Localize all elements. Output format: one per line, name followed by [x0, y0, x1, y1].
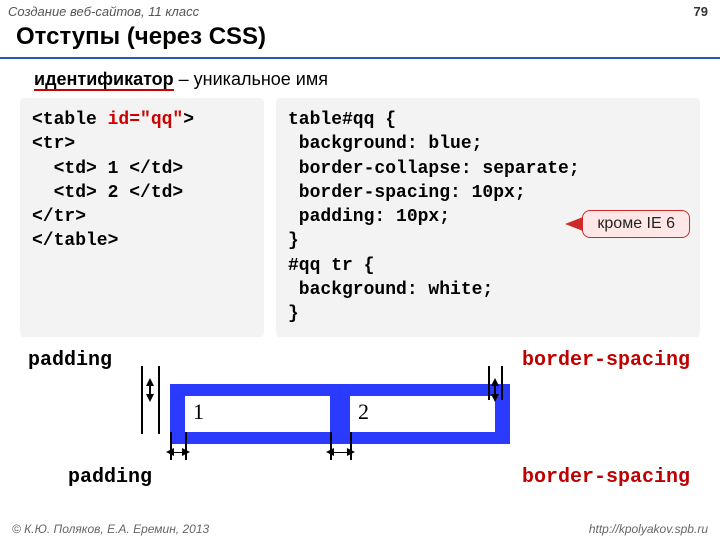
course-label: Создание веб-сайтов, 11 класс [8, 4, 199, 19]
cell-1: 1 [185, 396, 330, 432]
page-number: 79 [694, 4, 708, 19]
cell-2: 2 [350, 396, 495, 432]
code-area: <table id="qq"> <tr> <td> 1 </td> <td> 2… [0, 98, 720, 337]
footer-url: http://kpolyakov.spb.ru [589, 522, 708, 536]
subtitle: идентификатор – уникальное имя [34, 69, 720, 90]
arrow-shaft [333, 452, 348, 454]
table-box: 1 2 [170, 384, 510, 444]
arrowhead-icon [326, 448, 334, 456]
guide-line [488, 366, 490, 400]
copyright: © К.Ю. Поляков, Е.А. Еремин, 2013 [12, 522, 209, 536]
arrowhead-icon [166, 448, 174, 456]
padding-label-bottom: padding [68, 466, 152, 489]
border-spacing-label-bottom: border-spacing [522, 466, 690, 489]
ie6-callout: кроме IE 6 [582, 210, 690, 238]
arrowhead-icon [347, 448, 355, 456]
guide-line [501, 366, 503, 400]
border-spacing-label-top: border-spacing [522, 349, 690, 372]
arrowhead-icon [182, 448, 190, 456]
padding-label-top: padding [28, 349, 112, 372]
arrowhead-icon [491, 378, 499, 386]
guide-line [141, 366, 143, 434]
slide-title: Отступы (через CSS) [0, 21, 720, 59]
arrowhead-icon [146, 378, 154, 386]
arrowhead-icon [491, 394, 499, 402]
guide-line [158, 366, 160, 434]
spacing-diagram: 1 2 [0, 374, 720, 464]
html-code: <table id="qq"> <tr> <td> 1 </td> <td> 2… [20, 98, 264, 337]
footer: © К.Ю. Поляков, Е.А. Еремин, 2013 http:/… [0, 522, 720, 536]
subtitle-rest: – уникальное имя [174, 69, 328, 89]
labels-bottom: padding border-spacing [0, 466, 720, 489]
identifier-term: идентификатор [34, 69, 174, 91]
labels-top: padding border-spacing [0, 349, 720, 372]
top-bar: Создание веб-сайтов, 11 класс 79 [0, 0, 720, 21]
arrowhead-icon [146, 394, 154, 402]
